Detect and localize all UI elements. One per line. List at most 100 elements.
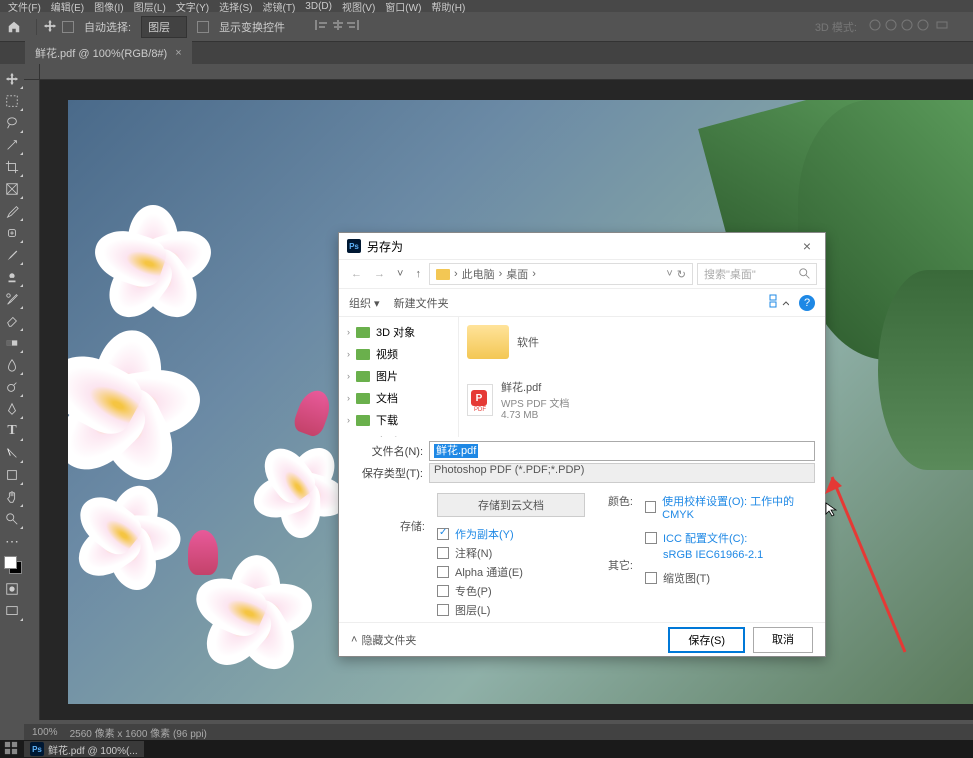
document-tab[interactable]: 鲜花.pdf @ 100%(RGB/8#) ×: [25, 41, 192, 65]
tree-documents[interactable]: ›文档: [339, 387, 458, 409]
cancel-button[interactable]: 取消: [753, 627, 813, 653]
tree-videos[interactable]: ›视频: [339, 343, 458, 365]
ruler-vertical[interactable]: [24, 80, 40, 720]
help-icon[interactable]: ?: [799, 295, 815, 311]
auto-select-checkbox[interactable]: [62, 21, 74, 33]
menu-help[interactable]: 帮助(H): [431, 0, 465, 14]
menu-3d[interactable]: 3D(D): [305, 1, 332, 12]
eraser-tool[interactable]: [0, 310, 24, 332]
pdf-file-item[interactable]: 鲜花.pdf WPS PDF 文档 4.73 MB: [467, 379, 569, 421]
cloud-save-button[interactable]: 存储到云文档: [437, 493, 585, 517]
menu-window[interactable]: 窗口(W): [385, 0, 421, 14]
search-icon: [798, 267, 812, 281]
new-folder-button[interactable]: 新建文件夹: [394, 295, 449, 311]
blur-tool[interactable]: [0, 354, 24, 376]
layer-dropdown[interactable]: 图层: [141, 16, 187, 38]
breadcrumb[interactable]: › 此电脑 › 桌面 › ˅ ↻: [429, 263, 693, 285]
type-tool[interactable]: T: [0, 420, 24, 442]
filetype-dropdown[interactable]: Photoshop PDF (*.PDF;*.PDP): [429, 463, 815, 483]
quickmask-tool[interactable]: [0, 578, 24, 600]
organize-button[interactable]: 组织 ▾: [349, 295, 380, 311]
tab-close-icon[interactable]: ×: [175, 47, 181, 59]
tree-3dobjects[interactable]: ›3D 对象: [339, 321, 458, 343]
menu-filter[interactable]: 滤镜(T): [263, 0, 296, 14]
brush-tool[interactable]: [0, 244, 24, 266]
spot-checkbox[interactable]: [437, 585, 449, 597]
dodge-tool[interactable]: [0, 376, 24, 398]
move-tool[interactable]: [0, 68, 24, 90]
crumb-computer[interactable]: 此电脑: [462, 266, 495, 282]
menu-layer[interactable]: 图层(L): [134, 0, 166, 14]
frame-tool[interactable]: [0, 178, 24, 200]
status-bar: 100% 2560 像素 x 1600 像素 (96 ppi): [24, 724, 973, 740]
hide-folders-button[interactable]: ˄ 隐藏文件夹: [351, 632, 416, 648]
edit-toolbar[interactable]: ⋯: [0, 530, 24, 552]
menu-select[interactable]: 选择(S): [219, 0, 252, 14]
spot-label: 专色(P): [455, 583, 492, 599]
stamp-tool[interactable]: [0, 266, 24, 288]
folder-name: 软件: [517, 334, 539, 350]
file-list[interactable]: 软件 鲜花.pdf WPS PDF 文档 4.73 MB: [459, 317, 825, 437]
show-transform-checkbox[interactable]: [197, 21, 209, 33]
home-icon[interactable]: [6, 19, 22, 35]
menu-edit[interactable]: 编辑(E): [51, 0, 84, 14]
dialog-toolbar: 组织 ▾ 新建文件夹 ?: [339, 289, 825, 317]
filename-input[interactable]: 鲜花.pdf: [429, 441, 815, 461]
zoom-tool[interactable]: [0, 508, 24, 530]
pen-tool[interactable]: [0, 398, 24, 420]
search-input[interactable]: 搜索"桌面": [697, 263, 817, 285]
crop-tool[interactable]: [0, 156, 24, 178]
taskbar-ps-item[interactable]: Ps 鲜花.pdf @ 100%(...: [24, 741, 144, 757]
thumb-checkbox[interactable]: [645, 572, 657, 584]
other-label: 其它:: [597, 557, 633, 573]
color-swatches[interactable]: [0, 552, 24, 578]
menu-type[interactable]: 文字(Y): [176, 0, 209, 14]
align-icons[interactable]: [315, 18, 435, 35]
eyedropper-tool[interactable]: [0, 200, 24, 222]
path-tool[interactable]: [0, 442, 24, 464]
tree-downloads[interactable]: ›下载: [339, 409, 458, 431]
hand-tool[interactable]: [0, 486, 24, 508]
menu-image[interactable]: 图像(I): [94, 0, 123, 14]
close-icon[interactable]: ×: [797, 238, 817, 254]
shape-tool[interactable]: [0, 464, 24, 486]
gradient-tool[interactable]: [0, 332, 24, 354]
menu-file[interactable]: 文件(F): [8, 0, 41, 14]
nav-recent-icon[interactable]: ˅: [393, 268, 407, 280]
alpha-checkbox[interactable]: [437, 566, 449, 578]
status-zoom[interactable]: 100%: [32, 727, 58, 738]
filetype-label: 保存类型(T):: [349, 465, 429, 481]
history-brush-tool[interactable]: [0, 288, 24, 310]
folder-tree: ›3D 对象 ›视频 ›图片 ›文档 ›下载 ›音乐 ›桌面: [339, 317, 459, 437]
lasso-tool[interactable]: [0, 112, 24, 134]
dialog-titlebar: Ps 另存为 ×: [339, 233, 825, 259]
notes-checkbox[interactable]: [437, 547, 449, 559]
screenmode-tool[interactable]: [0, 600, 24, 622]
ascopy-label: 作为副本(Y): [455, 526, 514, 542]
start-button[interactable]: [4, 741, 18, 758]
save-button[interactable]: 保存(S): [668, 627, 745, 653]
move-tool-icon[interactable]: [36, 19, 52, 35]
ascopy-checkbox[interactable]: [437, 528, 449, 540]
heal-tool[interactable]: [0, 222, 24, 244]
menu-view[interactable]: 视图(V): [342, 0, 375, 14]
icc-checkbox[interactable]: [645, 532, 657, 544]
nav-up-icon[interactable]: ↑: [411, 268, 425, 280]
crumb-desktop[interactable]: 桌面: [506, 266, 528, 282]
ps-icon: Ps: [347, 239, 361, 253]
mode-3d-label: 3D 模式:: [815, 19, 857, 35]
folder-item[interactable]: 软件: [467, 325, 569, 359]
view-mode-button[interactable]: [769, 294, 789, 311]
ruler-horizontal[interactable]: [40, 64, 973, 80]
tree-pictures[interactable]: ›图片: [339, 365, 458, 387]
folder-icon: [436, 269, 450, 280]
nav-back-icon[interactable]: ←: [347, 268, 366, 280]
layers-checkbox[interactable]: [437, 604, 449, 616]
auto-select-label: 自动选择:: [84, 19, 131, 35]
thumb-label: 缩览图(T): [663, 570, 710, 586]
show-transform-label: 显示变换控件: [219, 19, 285, 35]
wand-tool[interactable]: [0, 134, 24, 156]
proof-checkbox[interactable]: [645, 501, 656, 513]
marquee-tool[interactable]: [0, 90, 24, 112]
nav-fwd-icon[interactable]: →: [370, 268, 389, 280]
